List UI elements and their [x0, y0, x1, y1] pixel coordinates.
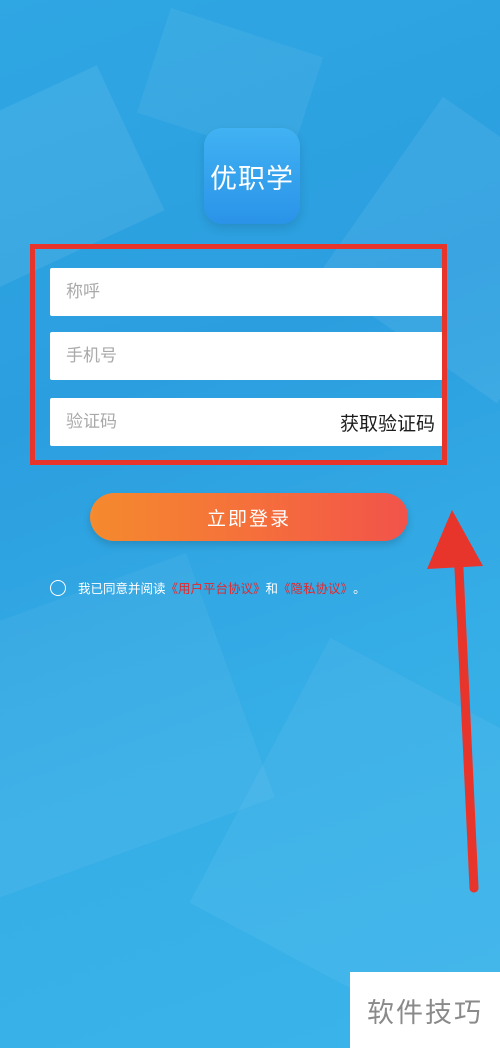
user-agreement-link[interactable]: 《用户平台协议》	[166, 578, 266, 597]
watermark: 软件技巧	[350, 972, 500, 1048]
agreement-row: 我已同意并阅读 《用户平台协议》 和 《隐私协议》 。	[50, 578, 366, 597]
arrow-head	[427, 510, 483, 569]
app-logo: 优职学	[204, 128, 300, 224]
agreement-prefix: 我已同意并阅读	[78, 581, 166, 596]
app-logo-text: 优职学	[210, 163, 294, 195]
privacy-policy-link[interactable]: 《隐私协议》	[278, 578, 353, 597]
agreement-conjunction: 和	[265, 581, 279, 596]
login-screen: 优职学 获取验证码 立即登录 我已同意并阅读 《用户平台协议》 和 《隐私协议》…	[0, 0, 500, 1048]
agreement-suffix: 。	[353, 581, 366, 596]
login-button[interactable]: 立即登录	[90, 493, 408, 541]
watermark-text: 软件技巧	[367, 997, 483, 1029]
agreement-checkbox[interactable]	[50, 579, 66, 596]
highlight-box	[30, 244, 447, 465]
login-button-label: 立即登录	[206, 507, 291, 530]
